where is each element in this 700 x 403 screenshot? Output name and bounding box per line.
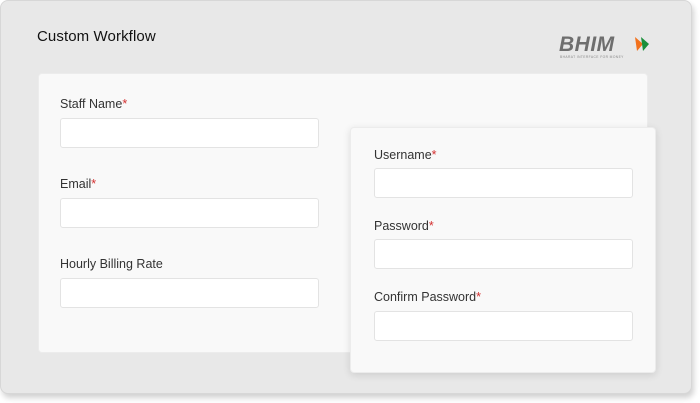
email-label: Email* <box>60 177 97 191</box>
username-label: Username* <box>374 148 437 162</box>
confirm-password-label: Confirm Password* <box>374 290 481 304</box>
page-title: Custom Workflow <box>37 28 156 45</box>
svg-text:BHARAT INTERFACE FOR MONEY: BHARAT INTERFACE FOR MONEY <box>560 55 624 59</box>
app-window: Custom Workflow BHIM BHARAT INTERFACE FO… <box>0 0 692 394</box>
confirm-password-input[interactable] <box>374 311 633 341</box>
logo-green-arrow-icon <box>641 37 649 51</box>
hourly-billing-rate-label: Hourly Billing Rate <box>60 257 163 271</box>
username-input[interactable] <box>374 168 633 198</box>
hourly-billing-rate-input[interactable] <box>60 278 319 308</box>
password-input[interactable] <box>374 239 633 269</box>
staff-name-label: Staff Name* <box>60 97 128 111</box>
svg-text:BHIM: BHIM <box>559 33 615 56</box>
email-input[interactable] <box>60 198 319 228</box>
staff-name-input[interactable] <box>60 118 319 148</box>
password-label: Password* <box>374 219 434 233</box>
bhim-logo: BHIM BHARAT INTERFACE FOR MONEY <box>559 33 649 59</box>
